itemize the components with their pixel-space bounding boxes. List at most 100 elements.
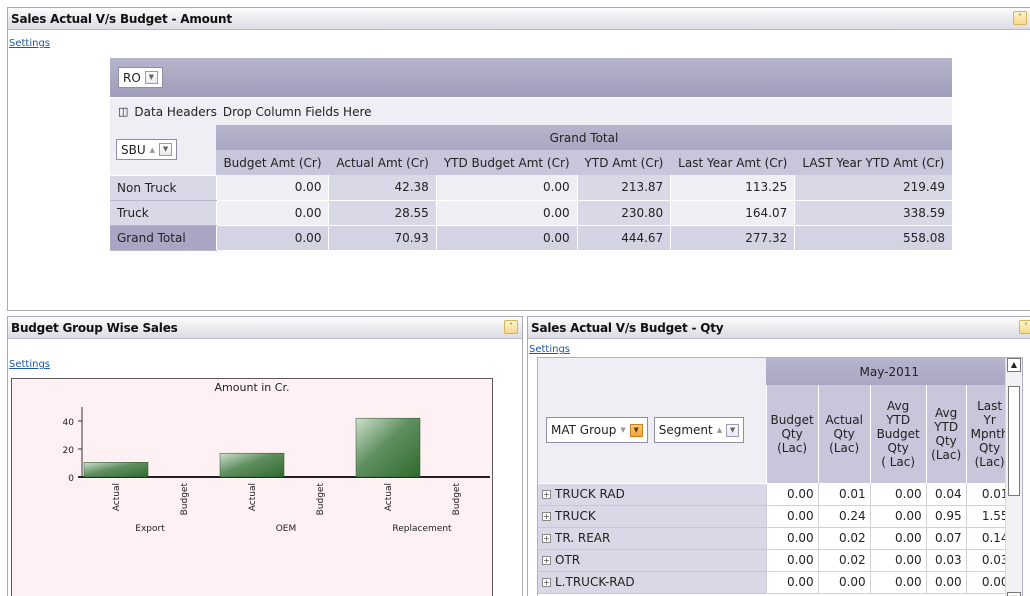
group-label: OEM	[276, 524, 297, 534]
column-header-line: Qty	[978, 441, 1001, 455]
column-header[interactable]: Last Year Amt (Cr)	[670, 150, 795, 175]
column-header[interactable]: YTD Budget Amt (Cr)	[436, 150, 578, 175]
column-header-line: Avg	[935, 406, 958, 420]
expand-icon[interactable]: +	[542, 578, 551, 587]
vertical-scrollbar[interactable]: ▲ ▼	[1005, 358, 1022, 596]
x-tick-label: Actual	[112, 483, 122, 511]
data-cell: 213.87	[576, 175, 671, 201]
data-cell: 0.00	[869, 571, 927, 594]
row-header[interactable]: + TR. REAR	[538, 526, 766, 550]
qty-panel: Sales Actual V/s Budget - Qty ˄ Settings…	[527, 316, 1030, 596]
sbu-field-label: SBU	[121, 142, 146, 157]
bar	[219, 452, 285, 478]
budget-chart-svg: Amount in Cr. 0 20 40 Actual Budget Export Actu…	[63, 381, 490, 534]
data-headers-bar: ◫ Data Headers Drop Column Fields Here	[110, 97, 952, 125]
dropdown-arrow-icon[interactable]: ▼	[159, 143, 173, 157]
data-cell: 0.24	[817, 505, 871, 528]
row-label: TRUCK RAD	[555, 487, 625, 501]
grand-total-row: Grand Total 0.00 70.93 0.00 444.67 277.3…	[110, 224, 952, 251]
data-cell: 0.00	[435, 175, 578, 201]
data-cell: 0.00	[435, 200, 578, 226]
column-header-line: (Lac)	[974, 455, 1005, 469]
dropdown-arrow-icon[interactable]: ▼	[726, 423, 740, 437]
column-header-line: Mpnth	[970, 427, 1009, 441]
table-row: + L.TRUCK-RAD 0.00 0.00 0.00 0.00 0.00	[538, 570, 1013, 594]
sort-asc-icon[interactable]: ▲	[717, 426, 722, 434]
table-row: Non Truck 0.00 42.38 0.00 213.87 113.25 …	[110, 174, 952, 201]
dropdown-arrow-icon[interactable]: ▼	[629, 423, 643, 437]
row-header: Grand Total	[110, 224, 216, 251]
column-header-line: Budget	[876, 427, 920, 441]
data-cell: 113.25	[670, 175, 795, 201]
dropdown-arrow-icon[interactable]: ▼	[144, 71, 158, 84]
column-header-line: YTD	[886, 413, 911, 427]
scroll-up-icon[interactable]: ▲	[1007, 358, 1021, 372]
drop-column-zone[interactable]: Drop Column Fields Here	[223, 105, 372, 119]
ro-filter-button[interactable]: RO ▼	[118, 67, 163, 88]
expand-icon[interactable]: +	[542, 556, 551, 565]
column-header[interactable]: YTD Amt (Cr)	[577, 150, 671, 175]
collapse-icon[interactable]: ˄	[1019, 320, 1030, 334]
row-header[interactable]: + L.TRUCK-RAD	[538, 570, 766, 594]
row-header: Truck	[110, 199, 216, 226]
grand-total-column-header: Grand Total	[216, 125, 952, 150]
y-tick-label: 0	[68, 474, 74, 484]
budget-settings-link[interactable]: Settings	[9, 359, 50, 370]
data-cell: 0.00	[765, 505, 819, 528]
x-tick-label: Actual	[248, 483, 258, 511]
row-header[interactable]: + OTR	[538, 548, 766, 572]
column-header[interactable]: Actual Qty (Lac)	[817, 385, 871, 483]
column-header[interactable]: LAST Year YTD Amt (Cr)	[794, 150, 952, 175]
scroll-thumb[interactable]	[1008, 386, 1020, 496]
amount-settings-link[interactable]: Settings	[9, 38, 50, 49]
qty-settings-link[interactable]: Settings	[529, 344, 570, 355]
budget-panel-header: Budget Group Wise Sales ˄	[8, 317, 522, 339]
dashboard: Sales Actual V/s Budget - Amount ˄ Setti…	[0, 0, 1030, 596]
sbu-field-button[interactable]: SBU ▲ ▼	[116, 139, 178, 161]
sbu-field-cell: SBU ▲ ▼	[110, 125, 216, 175]
amount-panel-title: Sales Actual V/s Budget - Amount	[11, 12, 232, 26]
sort-desc-icon[interactable]: ▼	[620, 426, 625, 434]
data-cell: 0.00	[765, 549, 819, 572]
ro-filter-label: RO	[123, 70, 141, 85]
data-cell: 219.49	[794, 175, 952, 201]
expand-icon[interactable]: +	[542, 490, 551, 499]
amount-panel-header: Sales Actual V/s Budget - Amount ˄	[8, 8, 1030, 30]
data-cell: 0.02	[817, 549, 871, 572]
column-header[interactable]: Budget Qty (Lac)	[765, 385, 819, 483]
sort-asc-icon[interactable]: ▲	[150, 146, 155, 154]
row-header[interactable]: + TRUCK	[538, 504, 766, 528]
data-cell: 0.00	[925, 571, 967, 594]
segment-field-button[interactable]: Segment ▲ ▼	[653, 417, 745, 444]
expand-icon[interactable]: +	[542, 512, 551, 521]
amount-table: SBU ▲ ▼ Grand Total Budget Amt (Cr) Actu…	[110, 125, 952, 251]
row-header[interactable]: + TRUCK RAD	[538, 482, 766, 506]
column-header[interactable]: Avg YTD Qty (Lac)	[925, 385, 967, 483]
collapse-icon[interactable]: ˄	[504, 320, 518, 334]
qty-panel-header: Sales Actual V/s Budget - Qty ˄	[528, 317, 1030, 339]
data-headers-icon[interactable]: ◫	[118, 105, 128, 118]
data-cell: 0.00	[435, 225, 578, 250]
budget-panel-title: Budget Group Wise Sales	[11, 321, 178, 335]
mat-group-field-button[interactable]: MAT Group ▼ ▼	[546, 417, 648, 444]
column-header-line: Budget	[770, 413, 814, 427]
data-cell: 230.80	[576, 200, 671, 226]
column-header[interactable]: Actual Amt (Cr)	[328, 150, 437, 175]
column-header[interactable]: Avg YTD Budget Qty ( Lac)	[869, 385, 927, 483]
scroll-down-icon[interactable]: ▼	[1007, 592, 1021, 596]
data-cell: 0.03	[925, 549, 967, 572]
expand-icon[interactable]: +	[542, 534, 551, 543]
data-cell: 0.95	[925, 505, 967, 528]
budget-chart: Amount in Cr. 0 20 40 Actual Budget Export Actu…	[11, 378, 493, 596]
column-header[interactable]: Budget Amt (Cr)	[216, 150, 329, 175]
column-header-line: (Lac)	[829, 441, 860, 455]
data-cell: 28.55	[328, 200, 437, 226]
segment-label: Segment	[658, 423, 713, 438]
collapse-icon[interactable]: ˄	[1013, 11, 1027, 25]
table-row: + TRUCK 0.00 0.24 0.00 0.95 1.55	[538, 504, 1013, 528]
data-headers-label[interactable]: Data Headers	[134, 105, 216, 119]
bar	[83, 462, 149, 478]
group-label: Export	[135, 524, 165, 534]
table-row: + TRUCK RAD 0.00 0.01 0.00 0.04 0.01	[538, 482, 1013, 506]
y-tick-label: 20	[63, 446, 75, 456]
